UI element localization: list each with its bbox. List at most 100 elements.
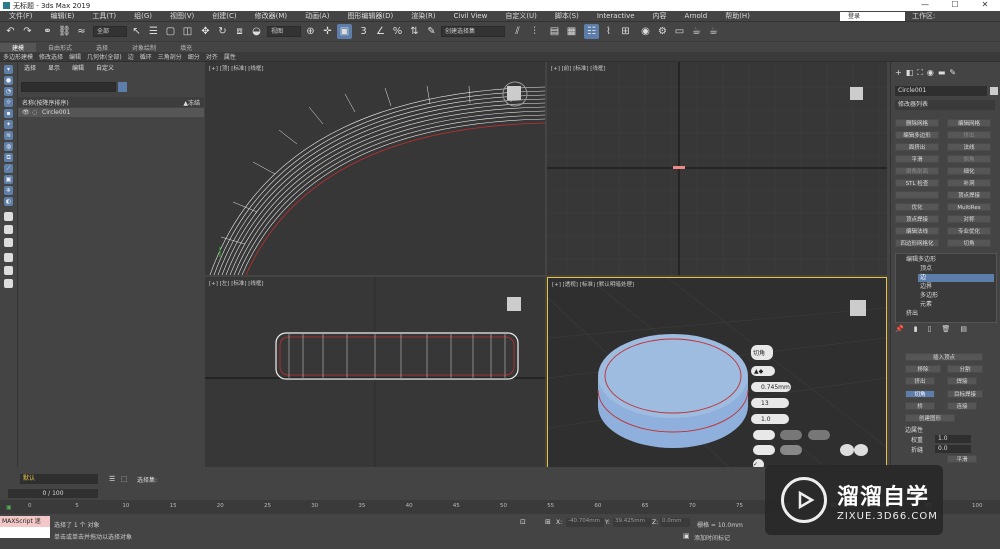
stack-subobject[interactable]: 顶点 [918,265,994,273]
menu-item[interactable]: 创建(C) [203,11,245,21]
menu-item[interactable]: Arnold [676,12,717,20]
modifier-button[interactable]: 法线 [947,143,991,151]
stack-subobject[interactable]: 边 [918,274,994,282]
menu-item[interactable]: 修改器(M) [246,11,297,21]
schematic-icon[interactable]: ⊞ [618,24,633,39]
modifier-button[interactable]: 优化 [895,203,939,211]
remove-button[interactable]: 移除 [905,365,941,373]
ribbon-tab[interactable]: 选择 [84,43,120,52]
modifier-button[interactable]: 编辑法线 [895,227,939,235]
ref-coord-dropdown[interactable]: 视图 [267,26,301,37]
menu-item[interactable]: 自定义(U) [496,11,546,21]
close-button[interactable]: ✕ [970,0,1000,9]
configure-sets-icon[interactable]: ▤ [960,325,967,335]
modifier-button[interactable]: 顶点焊接 [895,215,939,223]
make-unique-icon[interactable]: ▯ [928,325,932,335]
menu-item[interactable]: 渲染(R) [402,11,444,21]
menu-item[interactable]: 动画(A) [296,11,338,21]
keyboard-shortcut-icon[interactable]: ▣ [337,24,352,39]
extrude-button[interactable]: 挤出 [905,377,935,385]
pin-stack-icon[interactable]: 📌 [895,325,904,335]
connect-button[interactable]: 连接 [947,402,977,410]
split-button[interactable]: 分割 [947,365,983,373]
weight-spinner[interactable]: 1.0 [935,435,971,443]
ribbon-command[interactable]: 几何体(全部) [84,52,125,61]
rendered-frame-icon[interactable]: ▭ [672,24,687,39]
chamfer-type-dropdown[interactable]: ▲◆ [751,366,775,376]
chamfer-cancel-button[interactable] [780,445,802,455]
ribbon-command[interactable]: 循环 [137,52,155,61]
menu-item[interactable]: 内容 [644,11,676,21]
column-name-header[interactable]: 名称(按降序排序) [22,98,69,107]
rect-selection-icon[interactable]: ▢ [163,24,178,39]
hidden-filter-icon[interactable]: ◐ [4,197,13,206]
frozen-filter-icon[interactable]: ❄ [4,186,13,195]
modifier-button[interactable]: 编辑网格 [947,119,991,127]
menu-item[interactable]: 工具(T) [83,11,125,21]
track-bar-toggle-icon[interactable]: ▣ [6,504,12,511]
render-setup-icon[interactable]: ⚙ [655,24,670,39]
ribbon-command[interactable]: 对齐 [203,52,221,61]
ribbon-tab[interactable]: 对象绘制 [120,43,168,52]
menu-item[interactable]: 脚本(S) [546,11,588,21]
menu-item[interactable]: 视图(V) [161,11,203,21]
viewport-front[interactable]: [+] [前] [标准] [线框] [547,62,887,275]
curve-editor-icon[interactable]: ⌇ [601,24,616,39]
ribbon-command[interactable]: 属性 [221,52,239,61]
modifier-button[interactable]: 四边形网格化 [895,239,939,247]
ribbon-tab[interactable]: 建模 [0,42,37,52]
chamfer-amount-field[interactable]: 0.745mm [751,382,791,392]
viewport-top[interactable]: [+] [顶] [标准] [线框] [205,62,545,275]
modifier-list-dropdown[interactable]: 修改器列表 [895,100,995,110]
menu-item[interactable]: 编辑(E) [42,11,84,21]
modifier-button[interactable]: 编辑多边形 [895,131,939,139]
ribbon-command[interactable]: 三角剖分 [155,52,185,61]
z-coordinate[interactable]: 0.0mm [660,518,690,527]
layer-dropdown[interactable]: 默认 [20,474,98,484]
scene-object-row[interactable]: 👁 ◌ Circle001 [18,108,204,117]
select-by-name-icon[interactable]: ☰ [146,24,161,39]
lights-filter-icon[interactable]: ☼ [4,98,13,107]
menu-item[interactable]: 组(G) [125,11,161,21]
align-icon[interactable]: ⫶ [527,24,542,39]
spinner-snap-icon[interactable]: ⇅ [407,24,422,39]
modify-tab-icon[interactable]: ◧ [906,68,914,80]
visibility-eye-icon[interactable]: 👁 [22,109,30,116]
weld-button[interactable]: 焊接 [947,377,977,385]
chamfer-tension-field[interactable]: 1.0 [751,414,789,424]
menu-item[interactable]: 帮助(H) [716,11,759,21]
stack-modifier[interactable]: 编辑多边形 [904,256,994,264]
sync-selection-icon[interactable] [4,266,13,275]
menu-item[interactable]: 图形编辑器(D) [338,11,402,21]
filter-options-icon[interactable] [118,82,127,92]
ribbon-command[interactable]: 修改选择 [36,52,66,61]
display-all-icon[interactable] [4,212,13,221]
stack-subobject[interactable]: 多边形 [918,292,994,300]
display-none-icon[interactable] [4,225,13,234]
add-time-tag[interactable]: 添加时间标记 [694,533,730,542]
invert-display-icon[interactable] [4,238,13,247]
layer-icon[interactable]: ☰ [109,475,115,483]
select-object-icon[interactable]: ↖ [129,24,144,39]
modifier-button[interactable] [895,191,939,199]
render-icon[interactable]: ☕ [689,24,704,39]
containers-filter-icon[interactable]: ▣ [4,175,13,184]
scene-tab[interactable]: 选择 [18,63,42,72]
modifier-button[interactable]: 删除网格 [895,119,939,127]
window-crossing-icon[interactable]: ◫ [180,24,195,39]
material-editor-icon[interactable]: ◉ [638,24,653,39]
modifier-button[interactable]: 切角 [947,239,991,247]
cameras-filter-icon[interactable]: ▪ [4,109,13,118]
scene-search-input[interactable] [21,82,116,92]
pivot-icon[interactable]: ⊕ [303,24,318,39]
bridge-button[interactable]: 桥 [905,402,935,410]
smooth-button[interactable]: 平滑 [947,455,977,463]
y-coordinate[interactable]: 39.425mm [613,518,651,527]
chamfer-option-button[interactable] [808,430,830,440]
render-production-icon[interactable]: ☕ [706,24,721,39]
geometry-filter-icon[interactable]: ● [4,76,13,85]
scene-explorer-icon[interactable]: ☷ [584,24,599,39]
chamfer-apply-button[interactable] [753,445,775,455]
x-coordinate[interactable]: -40.704mm [566,518,604,527]
ribbon-tab[interactable]: 填充 [168,43,204,52]
